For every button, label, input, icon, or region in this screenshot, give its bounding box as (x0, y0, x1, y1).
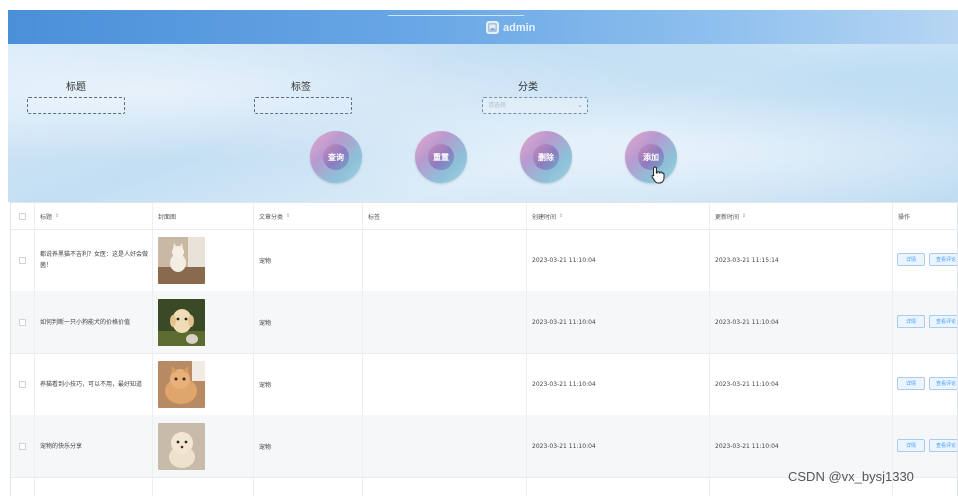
category-select[interactable]: 请选择 ⌄ (482, 97, 588, 114)
row-updated: 2023-03-21 11:10:04 (710, 415, 893, 477)
detail-button[interactable]: 详情 (897, 377, 925, 390)
query-button-label: 查询 (328, 152, 344, 162)
sort-icon[interactable]: ⇕ (55, 213, 59, 219)
row-tags (363, 291, 527, 353)
col-category[interactable]: 文章分类 ⇕ (254, 203, 363, 229)
row-checkbox[interactable] (19, 380, 26, 388)
avatar-icon (486, 21, 499, 34)
sort-icon[interactable]: ⇕ (286, 213, 290, 219)
row-checkbox[interactable] (19, 442, 26, 450)
cover-image (158, 360, 205, 408)
col-actions: 操作 (898, 213, 911, 221)
category-placeholder: 请选择 (488, 102, 507, 109)
category-label: 分类 (518, 82, 538, 93)
row-title: 宠物的快乐分享 (40, 442, 83, 450)
chevron-down-icon: ⌄ (577, 101, 583, 109)
tags-input[interactable] (254, 97, 352, 114)
table-row: 养猫看到小技巧，可以不用，最好知道 宠物 2023-03-21 11:10:04… (11, 353, 957, 416)
row-category: 宠物 (254, 415, 363, 477)
top-bar: admin (8, 10, 958, 44)
comments-button[interactable]: 查看评论 (929, 315, 957, 328)
row-checkbox[interactable] (19, 318, 26, 326)
cover-image (158, 236, 205, 284)
reset-button-label: 重置 (433, 152, 449, 162)
row-created: 2023-03-21 11:10:04 (527, 291, 710, 353)
sort-icon[interactable]: ⇕ (559, 213, 563, 219)
row-created: 2023-03-21 11:10:04 (527, 415, 710, 477)
table-row: 都说养黑猫不吉利？女医：这是人好会做菌！ 宠物 2023-03-21 11:10… (11, 229, 957, 292)
title-label: 标题 (66, 82, 86, 93)
query-button[interactable]: 查询 (310, 131, 362, 183)
search-panel: 标题 标签 分类 请选择 ⌄ 查询 重置 删除 添加 (8, 44, 958, 202)
col-cover: 封面图 (153, 203, 254, 229)
row-category: 宠物 (254, 229, 363, 291)
col-tags: 标签 (363, 203, 527, 229)
detail-button[interactable]: 详情 (897, 439, 925, 452)
delete-button-label: 删除 (538, 152, 554, 162)
detail-button[interactable]: 详情 (897, 315, 925, 328)
col-updated[interactable]: 更新时间 ⇕ (710, 203, 893, 229)
row-title: 都说养黑猫不吉利？女医：这是人好会做菌！ (40, 251, 149, 269)
row-title: 如何判断一只小狗能犬的价格价值 (40, 318, 131, 326)
sort-icon[interactable]: ⇕ (742, 213, 746, 219)
row-created: 2023-03-21 11:10:04 (527, 353, 710, 415)
cover-image (158, 422, 205, 470)
nav-underline (388, 15, 524, 16)
table-header: 标题 ⇕ 封面图 文章分类 ⇕ 标签 创建时间 ⇕ 更新时间 ⇕ 操作 (11, 203, 957, 230)
user-menu[interactable]: admin (486, 21, 535, 34)
cover-image (158, 298, 205, 346)
row-title: 养猫看到小技巧，可以不用，最好知道 (40, 380, 143, 388)
add-button-label: 添加 (643, 152, 659, 162)
articles-table: 标题 ⇕ 封面图 文章分类 ⇕ 标签 创建时间 ⇕ 更新时间 ⇕ 操作 都说养黑猫不吉利… (10, 202, 958, 496)
row-tags (363, 415, 527, 477)
delete-button[interactable]: 删除 (520, 131, 572, 183)
comments-button[interactable]: 查看评论 (929, 253, 957, 266)
row-updated: 2023-03-21 11:15:14 (710, 229, 893, 291)
row-tags (363, 353, 527, 415)
tags-label: 标签 (291, 82, 311, 93)
username: admin (503, 21, 536, 34)
row-category: 宠物 (254, 291, 363, 353)
col-created[interactable]: 创建时间 ⇕ (527, 203, 710, 229)
title-input[interactable] (27, 97, 125, 114)
row-category: 宠物 (254, 353, 363, 415)
row-tags (363, 229, 527, 291)
select-all-checkbox[interactable] (19, 212, 26, 220)
row-created: 2023-03-21 11:10:04 (527, 229, 710, 291)
row-updated: 2023-03-21 11:10:04 (710, 353, 893, 415)
comments-button[interactable]: 查看评论 (929, 377, 957, 390)
comments-button[interactable]: 查看评论 (929, 439, 957, 452)
detail-button[interactable]: 详情 (897, 253, 925, 266)
watermark: CSDN @vx_bysj1330 (788, 469, 914, 484)
col-title[interactable]: 标题 ⇕ (35, 203, 153, 229)
row-checkbox[interactable] (19, 256, 26, 264)
reset-button[interactable]: 重置 (415, 131, 467, 183)
row-updated: 2023-03-21 11:10:04 (710, 291, 893, 353)
table-row: 如何判断一只小狗能犬的价格价值 宠物 2023-03-21 11:10:04 2… (11, 291, 957, 354)
hand-cursor-icon (651, 166, 665, 184)
